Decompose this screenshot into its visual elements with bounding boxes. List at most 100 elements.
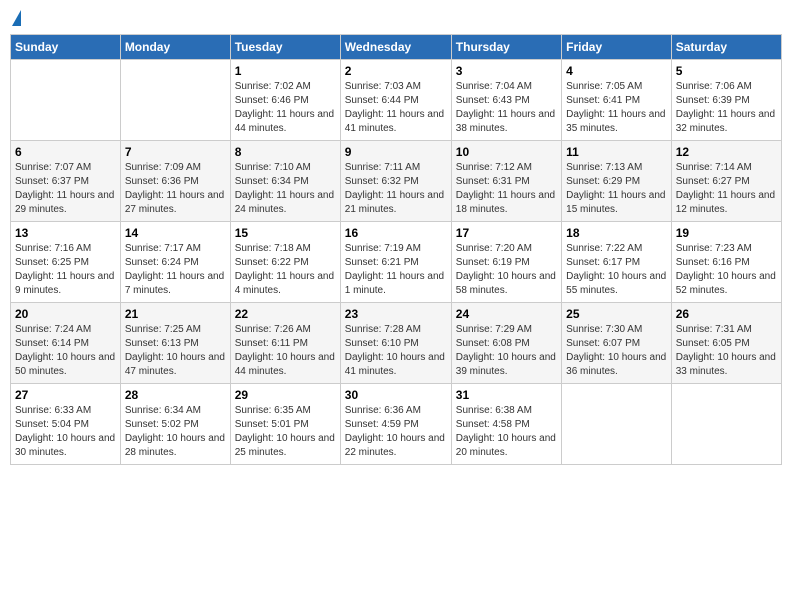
calendar-cell: [11, 60, 121, 141]
day-number: 26: [676, 307, 777, 321]
daylight-text: Daylight: 11 hours and 1 minute.: [345, 271, 444, 296]
daylight-text: Daylight: 10 hours and 30 minutes.: [15, 433, 115, 458]
calendar-cell: 27 Sunrise: 6:33 AM Sunset: 5:04 PM Dayl…: [11, 384, 121, 465]
sunset-text: Sunset: 6:13 PM: [125, 338, 199, 349]
day-info: Sunrise: 7:24 AM Sunset: 6:14 PM Dayligh…: [15, 323, 116, 379]
day-info: Sunrise: 7:31 AM Sunset: 6:05 PM Dayligh…: [676, 323, 777, 379]
calendar-cell: 26 Sunrise: 7:31 AM Sunset: 6:05 PM Dayl…: [671, 303, 781, 384]
sunset-text: Sunset: 6:41 PM: [566, 95, 640, 106]
sunrise-text: Sunrise: 7:07 AM: [15, 162, 91, 173]
sunset-text: Sunset: 5:01 PM: [235, 419, 309, 430]
sunset-text: Sunset: 6:25 PM: [15, 257, 89, 268]
day-number: 14: [125, 226, 226, 240]
weekday-header-sunday: Sunday: [11, 35, 121, 60]
logo-triangle-icon: [12, 10, 21, 26]
day-number: 23: [345, 307, 447, 321]
day-info: Sunrise: 7:16 AM Sunset: 6:25 PM Dayligh…: [15, 242, 116, 298]
sunset-text: Sunset: 6:17 PM: [566, 257, 640, 268]
day-number: 15: [235, 226, 336, 240]
sunset-text: Sunset: 6:29 PM: [566, 176, 640, 187]
day-info: Sunrise: 6:36 AM Sunset: 4:59 PM Dayligh…: [345, 404, 447, 460]
calendar-cell: 28 Sunrise: 6:34 AM Sunset: 5:02 PM Dayl…: [120, 384, 230, 465]
sunrise-text: Sunrise: 7:12 AM: [456, 162, 532, 173]
sunrise-text: Sunrise: 6:38 AM: [456, 405, 532, 416]
sunrise-text: Sunrise: 7:20 AM: [456, 243, 532, 254]
daylight-text: Daylight: 10 hours and 50 minutes.: [15, 352, 115, 377]
day-info: Sunrise: 7:09 AM Sunset: 6:36 PM Dayligh…: [125, 161, 226, 217]
daylight-text: Daylight: 11 hours and 29 minutes.: [15, 190, 114, 215]
sunrise-text: Sunrise: 7:25 AM: [125, 324, 201, 335]
sunrise-text: Sunrise: 7:24 AM: [15, 324, 91, 335]
sunset-text: Sunset: 6:39 PM: [676, 95, 750, 106]
sunset-text: Sunset: 6:08 PM: [456, 338, 530, 349]
daylight-text: Daylight: 10 hours and 44 minutes.: [235, 352, 335, 377]
calendar-cell: 11 Sunrise: 7:13 AM Sunset: 6:29 PM Dayl…: [562, 141, 672, 222]
day-info: Sunrise: 7:20 AM Sunset: 6:19 PM Dayligh…: [456, 242, 557, 298]
sunset-text: Sunset: 6:32 PM: [345, 176, 419, 187]
day-number: 4: [566, 64, 667, 78]
sunset-text: Sunset: 6:10 PM: [345, 338, 419, 349]
sunrise-text: Sunrise: 7:14 AM: [676, 162, 752, 173]
day-number: 19: [676, 226, 777, 240]
calendar-cell: 25 Sunrise: 7:30 AM Sunset: 6:07 PM Dayl…: [562, 303, 672, 384]
calendar-cell: 3 Sunrise: 7:04 AM Sunset: 6:43 PM Dayli…: [451, 60, 561, 141]
sunrise-text: Sunrise: 7:03 AM: [345, 81, 421, 92]
day-number: 25: [566, 307, 667, 321]
calendar-cell: 20 Sunrise: 7:24 AM Sunset: 6:14 PM Dayl…: [11, 303, 121, 384]
daylight-text: Daylight: 11 hours and 41 minutes.: [345, 109, 444, 134]
calendar-cell: 6 Sunrise: 7:07 AM Sunset: 6:37 PM Dayli…: [11, 141, 121, 222]
calendar-cell: 31 Sunrise: 6:38 AM Sunset: 4:58 PM Dayl…: [451, 384, 561, 465]
sunrise-text: Sunrise: 7:10 AM: [235, 162, 311, 173]
daylight-text: Daylight: 11 hours and 27 minutes.: [125, 190, 224, 215]
weekday-header-wednesday: Wednesday: [340, 35, 451, 60]
day-info: Sunrise: 7:28 AM Sunset: 6:10 PM Dayligh…: [345, 323, 447, 379]
sunrise-text: Sunrise: 7:09 AM: [125, 162, 201, 173]
calendar-cell: 5 Sunrise: 7:06 AM Sunset: 6:39 PM Dayli…: [671, 60, 781, 141]
day-number: 22: [235, 307, 336, 321]
calendar-cell: 8 Sunrise: 7:10 AM Sunset: 6:34 PM Dayli…: [230, 141, 340, 222]
sunset-text: Sunset: 6:22 PM: [235, 257, 309, 268]
calendar-cell: 10 Sunrise: 7:12 AM Sunset: 6:31 PM Dayl…: [451, 141, 561, 222]
sunrise-text: Sunrise: 7:31 AM: [676, 324, 752, 335]
calendar-cell: 22 Sunrise: 7:26 AM Sunset: 6:11 PM Dayl…: [230, 303, 340, 384]
sunset-text: Sunset: 6:21 PM: [345, 257, 419, 268]
sunset-text: Sunset: 5:04 PM: [15, 419, 89, 430]
daylight-text: Daylight: 11 hours and 35 minutes.: [566, 109, 665, 134]
weekday-header-friday: Friday: [562, 35, 672, 60]
sunrise-text: Sunrise: 7:22 AM: [566, 243, 642, 254]
sunset-text: Sunset: 6:43 PM: [456, 95, 530, 106]
sunrise-text: Sunrise: 7:26 AM: [235, 324, 311, 335]
day-info: Sunrise: 7:03 AM Sunset: 6:44 PM Dayligh…: [345, 80, 447, 136]
day-info: Sunrise: 7:11 AM Sunset: 6:32 PM Dayligh…: [345, 161, 447, 217]
sunset-text: Sunset: 6:27 PM: [676, 176, 750, 187]
day-info: Sunrise: 6:38 AM Sunset: 4:58 PM Dayligh…: [456, 404, 557, 460]
calendar-week-row: 6 Sunrise: 7:07 AM Sunset: 6:37 PM Dayli…: [11, 141, 782, 222]
day-info: Sunrise: 7:14 AM Sunset: 6:27 PM Dayligh…: [676, 161, 777, 217]
day-info: Sunrise: 7:10 AM Sunset: 6:34 PM Dayligh…: [235, 161, 336, 217]
calendar-cell: 19 Sunrise: 7:23 AM Sunset: 6:16 PM Dayl…: [671, 222, 781, 303]
daylight-text: Daylight: 10 hours and 55 minutes.: [566, 271, 666, 296]
sunrise-text: Sunrise: 7:04 AM: [456, 81, 532, 92]
day-number: 31: [456, 388, 557, 402]
day-info: Sunrise: 7:22 AM Sunset: 6:17 PM Dayligh…: [566, 242, 667, 298]
day-number: 12: [676, 145, 777, 159]
day-number: 11: [566, 145, 667, 159]
day-number: 7: [125, 145, 226, 159]
day-info: Sunrise: 6:34 AM Sunset: 5:02 PM Dayligh…: [125, 404, 226, 460]
sunset-text: Sunset: 6:11 PM: [235, 338, 308, 349]
day-number: 6: [15, 145, 116, 159]
day-number: 18: [566, 226, 667, 240]
daylight-text: Daylight: 10 hours and 36 minutes.: [566, 352, 666, 377]
day-number: 13: [15, 226, 116, 240]
calendar-cell: 13 Sunrise: 7:16 AM Sunset: 6:25 PM Dayl…: [11, 222, 121, 303]
day-number: 10: [456, 145, 557, 159]
daylight-text: Daylight: 10 hours and 25 minutes.: [235, 433, 335, 458]
daylight-text: Daylight: 11 hours and 32 minutes.: [676, 109, 775, 134]
day-info: Sunrise: 6:33 AM Sunset: 5:04 PM Dayligh…: [15, 404, 116, 460]
daylight-text: Daylight: 10 hours and 39 minutes.: [456, 352, 556, 377]
calendar-cell: 9 Sunrise: 7:11 AM Sunset: 6:32 PM Dayli…: [340, 141, 451, 222]
sunset-text: Sunset: 5:02 PM: [125, 419, 199, 430]
sunset-text: Sunset: 4:58 PM: [456, 419, 530, 430]
sunset-text: Sunset: 6:19 PM: [456, 257, 530, 268]
sunset-text: Sunset: 6:44 PM: [345, 95, 419, 106]
